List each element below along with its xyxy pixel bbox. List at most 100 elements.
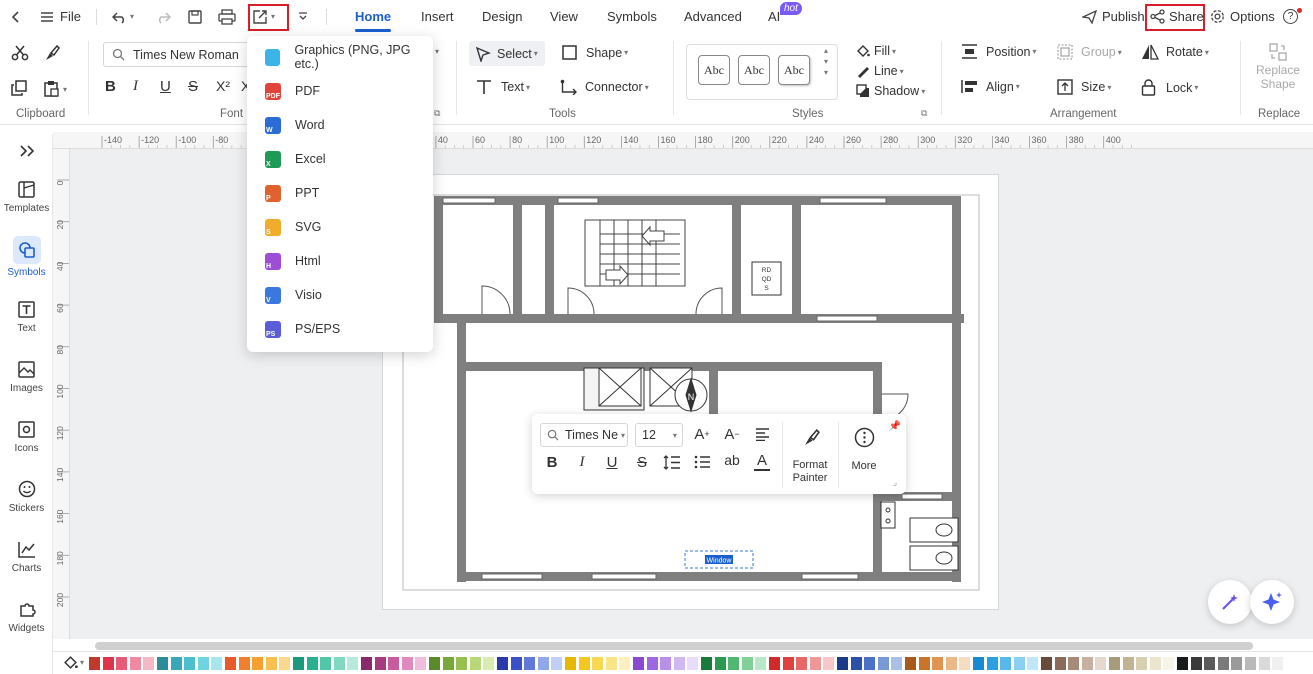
- floating-strikethrough-button[interactable]: S: [632, 452, 652, 472]
- line-spacing-button[interactable]: [662, 452, 682, 472]
- color-swatch[interactable]: [1081, 657, 1093, 670]
- export-menu-item[interactable]: Graphics (PNG, JPG etc.): [247, 40, 433, 74]
- color-swatch[interactable]: [347, 657, 359, 670]
- color-swatch[interactable]: [170, 657, 182, 670]
- color-swatch[interactable]: [782, 657, 794, 670]
- selected-text-box[interactable]: Window: [684, 550, 754, 569]
- color-swatch[interactable]: [959, 657, 971, 670]
- publish-button[interactable]: Publish: [1082, 0, 1145, 33]
- more-options-button[interactable]: [853, 426, 875, 448]
- lock-button[interactable]: Lock ▾: [1141, 79, 1198, 96]
- position-button[interactable]: Position ▾: [961, 44, 1037, 59]
- sidebar-item-text[interactable]: Text: [0, 298, 53, 334]
- color-swatch[interactable]: [741, 657, 753, 670]
- pin-icon[interactable]: 📌: [889, 420, 901, 432]
- color-swatch[interactable]: [932, 657, 944, 670]
- replace-shape-button[interactable]: Replace Shape: [1256, 43, 1300, 91]
- print-button[interactable]: [218, 0, 236, 33]
- color-swatch[interactable]: [252, 657, 264, 670]
- color-swatch[interactable]: [442, 657, 454, 670]
- color-swatch[interactable]: [1109, 657, 1120, 670]
- sidebar-item-templates[interactable]: Templates: [0, 178, 53, 214]
- color-swatch[interactable]: [1190, 657, 1202, 670]
- color-swatch[interactable]: [714, 657, 726, 670]
- decrease-font-size-button[interactable]: A −: [722, 424, 742, 444]
- sidebar-item-symbols[interactable]: Symbols: [0, 236, 53, 278]
- color-swatch[interactable]: [293, 657, 304, 670]
- font-color-button[interactable]: A: [752, 451, 772, 473]
- floating-underline-button[interactable]: U: [602, 452, 622, 472]
- export-menu-item[interactable]: H Html: [247, 244, 433, 278]
- color-swatch[interactable]: [660, 657, 672, 670]
- export-menu-item[interactable]: PDF PDF: [247, 74, 433, 108]
- sidebar-collapse-button[interactable]: [0, 144, 53, 158]
- color-swatch[interactable]: [1095, 657, 1107, 670]
- tab-view[interactable]: View: [550, 0, 578, 33]
- color-swatch[interactable]: [701, 657, 712, 670]
- tab-insert[interactable]: Insert: [421, 0, 454, 33]
- color-swatch[interactable]: [1231, 657, 1243, 670]
- color-swatch[interactable]: [197, 657, 209, 670]
- color-swatch[interactable]: [1245, 657, 1256, 670]
- more-quick-access-button[interactable]: [297, 0, 309, 33]
- rotate-button[interactable]: Rotate ▾: [1141, 44, 1209, 60]
- format-painter-button[interactable]: [800, 426, 822, 448]
- color-swatch[interactable]: [333, 657, 345, 670]
- color-swatch[interactable]: [633, 657, 644, 670]
- text-case-button[interactable]: ab: [721, 450, 743, 470]
- color-swatch[interactable]: [1217, 657, 1229, 670]
- color-swatch[interactable]: [551, 657, 563, 670]
- color-swatch[interactable]: [823, 657, 835, 670]
- tab-home[interactable]: Home: [355, 0, 392, 33]
- color-swatch[interactable]: [796, 657, 808, 670]
- color-swatch[interactable]: [769, 657, 780, 670]
- save-button[interactable]: [187, 0, 203, 33]
- color-swatch[interactable]: [361, 657, 372, 670]
- tab-design[interactable]: Design: [482, 0, 522, 33]
- color-swatch[interactable]: [483, 657, 495, 670]
- color-swatch[interactable]: [605, 657, 617, 670]
- color-swatch[interactable]: [918, 657, 930, 670]
- horizontal-scrollbar[interactable]: [95, 642, 1253, 650]
- color-swatch[interactable]: [755, 657, 767, 670]
- fill-button[interactable]: Fill ▾: [856, 44, 896, 58]
- style-preset-1[interactable]: Abc: [698, 55, 730, 85]
- floating-italic-button[interactable]: I: [572, 452, 592, 472]
- color-swatch[interactable]: [578, 657, 590, 670]
- bullet-list-button[interactable]: [692, 452, 712, 472]
- color-swatch[interactable]: [1068, 657, 1080, 670]
- export-menu-item[interactable]: PS PS/EPS: [247, 312, 433, 346]
- color-swatch[interactable]: [469, 657, 481, 670]
- color-swatch[interactable]: [1177, 657, 1188, 670]
- shadow-button[interactable]: Shadow ▾: [856, 84, 925, 98]
- line-button[interactable]: Line ▾: [856, 64, 904, 78]
- sidebar-item-icons[interactable]: Icons: [0, 418, 53, 454]
- align-text-button[interactable]: [752, 424, 772, 444]
- bold-button[interactable]: B: [105, 78, 116, 95]
- font-group-expand-icon[interactable]: ⧉: [434, 108, 440, 119]
- sidebar-item-stickers[interactable]: Stickers: [0, 478, 53, 514]
- color-swatch[interactable]: [592, 657, 604, 670]
- floating-font-size-input[interactable]: 12 ▾: [635, 423, 683, 447]
- color-swatch[interactable]: [1258, 657, 1270, 670]
- redo-button[interactable]: [155, 0, 171, 33]
- color-swatch[interactable]: [891, 657, 903, 670]
- color-swatch[interactable]: [877, 657, 889, 670]
- style-gallery-scroll[interactable]: ▴ ▾ ▾: [824, 45, 828, 78]
- color-swatch[interactable]: [306, 657, 318, 670]
- tab-ai[interactable]: AI: [768, 0, 780, 33]
- connector-tool-button[interactable]: Connector ▾: [560, 79, 649, 95]
- selected-text[interactable]: Window: [707, 558, 733, 565]
- color-swatch[interactable]: [1027, 657, 1039, 670]
- increase-font-size-button[interactable]: A +: [692, 424, 712, 444]
- color-swatch[interactable]: [1000, 657, 1012, 670]
- superscript-button[interactable]: X²: [216, 78, 230, 94]
- color-swatch[interactable]: [143, 657, 155, 670]
- export-menu-item[interactable]: W Word: [247, 108, 433, 142]
- ai-assistant-button[interactable]: [1250, 580, 1294, 624]
- ai-magic-button[interactable]: [1208, 580, 1252, 624]
- color-swatch[interactable]: [905, 657, 916, 670]
- color-swatch[interactable]: [510, 657, 522, 670]
- color-swatch[interactable]: [1149, 657, 1161, 670]
- color-swatch[interactable]: [646, 657, 658, 670]
